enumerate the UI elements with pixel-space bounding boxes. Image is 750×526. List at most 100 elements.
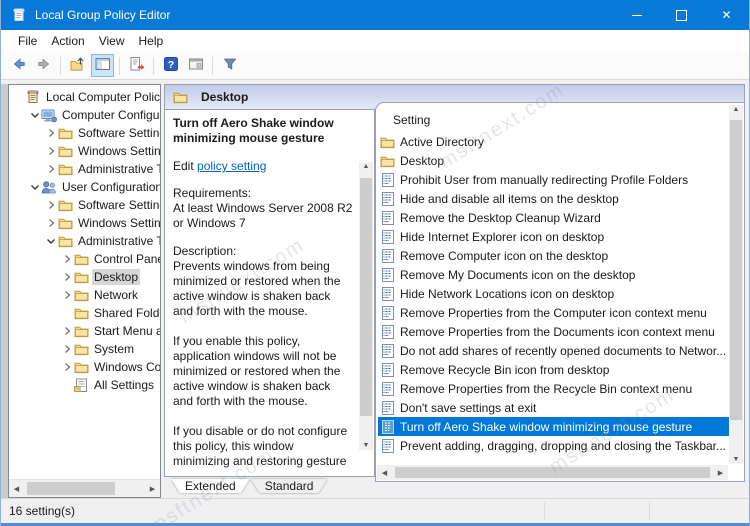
list-item[interactable]: Don't save settings at exit	[378, 398, 729, 417]
list-item[interactable]: Remove Properties from the Recycle Bin c…	[378, 379, 729, 398]
scroll-down-button[interactable]: ▼	[359, 442, 373, 449]
scroll-down-button[interactable]: ▼	[729, 456, 743, 463]
tree-horizontal-scrollbar[interactable]: ◀ ▶	[9, 479, 160, 497]
tab-extended[interactable]: Extended	[171, 479, 250, 493]
setting-column-header[interactable]: Setting	[393, 113, 430, 127]
chevron-collapsed-icon[interactable]	[61, 289, 73, 301]
scroll-right-button[interactable]: ▶	[145, 485, 160, 493]
tree-item[interactable]: Software Settings	[9, 196, 160, 214]
scroll-right-button[interactable]: ▶	[713, 469, 728, 477]
tree-item[interactable]: Shared Folder	[9, 304, 160, 322]
list-item[interactable]: Hide and disable all items on the deskto…	[378, 189, 729, 208]
tree-item[interactable]: User Configuration	[9, 178, 160, 196]
close-button[interactable]: ✕	[704, 0, 749, 30]
chevron-expanded-icon[interactable]	[29, 181, 41, 193]
tree-item[interactable]: Windows Cor	[9, 358, 160, 376]
local-group-policy-editor-window: Local Group Policy Editor ✕ File Action …	[0, 0, 750, 526]
tree-item[interactable]: Administrative Te	[9, 160, 160, 178]
folder-icon	[73, 360, 89, 375]
tree-item-label: Windows Cor	[94, 360, 161, 374]
list-item[interactable]: Do not add shares of recently opened doc…	[378, 341, 729, 360]
detail-vertical-scrollbar[interactable]: ▲ ▼	[359, 162, 373, 450]
tree-item[interactable]: Administrative Te	[9, 232, 160, 250]
users-icon	[41, 180, 57, 195]
list-item[interactable]: Hide Internet Explorer icon on desktop	[378, 227, 729, 246]
forward-button[interactable]	[32, 54, 55, 77]
policy-setting-link[interactable]: policy setting	[197, 159, 266, 173]
menu-file[interactable]: File	[11, 32, 44, 50]
list-item[interactable]: Remove Computer icon on the desktop	[378, 246, 729, 265]
tree-item-label: Windows Setting	[78, 144, 161, 158]
tree-item[interactable]: Start Menu an	[9, 322, 160, 340]
chevron-collapsed-icon[interactable]	[45, 217, 57, 229]
chevron-expanded-icon[interactable]	[45, 235, 57, 247]
scrollbar-thumb[interactable]	[360, 178, 372, 416]
chevron-collapsed-icon[interactable]	[45, 199, 57, 211]
filter-button[interactable]	[218, 54, 241, 77]
menu-view[interactable]: View	[92, 32, 132, 50]
chevron-collapsed-icon[interactable]	[61, 325, 73, 337]
no-expander	[61, 307, 73, 319]
no-expander	[13, 91, 25, 103]
scrollbar-thumb[interactable]	[730, 120, 742, 420]
chevron-collapsed-icon[interactable]	[61, 361, 73, 373]
list-item[interactable]: Remove My Documents icon on the desktop	[378, 265, 729, 284]
list-item[interactable]: Remove Recycle Bin icon from desktop	[378, 360, 729, 379]
tree-item[interactable]: All Settings	[9, 376, 160, 394]
scroll-up-button[interactable]: ▲	[359, 163, 373, 170]
chevron-collapsed-icon[interactable]	[45, 127, 57, 139]
maximize-button[interactable]	[659, 0, 704, 30]
list-vertical-scrollbar[interactable]: ▲ ▼	[729, 105, 743, 464]
svg-text:?: ?	[167, 59, 173, 71]
scroll-left-button[interactable]: ◀	[9, 485, 24, 493]
tree-item[interactable]: Software Settings	[9, 124, 160, 142]
help-button[interactable]: ?	[159, 54, 182, 77]
list-item[interactable]: Remove Properties from the Computer icon…	[378, 303, 729, 322]
scroll-left-button[interactable]: ◀	[377, 469, 392, 477]
up-one-level-button[interactable]	[66, 54, 89, 77]
list-item[interactable]: Active Directory	[378, 132, 729, 151]
tree-item[interactable]: Desktop	[9, 268, 160, 286]
folder-icon	[73, 270, 89, 285]
list-item[interactable]: Hide Network Locations icon on desktop	[378, 284, 729, 303]
list-item[interactable]: Desktop	[378, 151, 729, 170]
tree-item[interactable]: Local Computer Policy	[9, 88, 160, 106]
tree-item[interactable]: System	[9, 340, 160, 358]
list-item[interactable]: Prohibit User from manually redirecting …	[378, 170, 729, 189]
list-item[interactable]: Remove the Desktop Cleanup Wizard	[378, 208, 729, 227]
tree-item[interactable]: Windows Setting	[9, 142, 160, 160]
chevron-collapsed-icon[interactable]	[61, 343, 73, 355]
chevron-collapsed-icon[interactable]	[61, 271, 73, 283]
list-item[interactable]: Turn off Aero Shake window minimizing mo…	[378, 417, 729, 436]
tree-item[interactable]: Network	[9, 286, 160, 304]
tab-standard[interactable]: Standard	[251, 479, 328, 493]
list-item-label: Remove the Desktop Cleanup Wizard	[400, 210, 601, 225]
description-paragraph: If you disable or do not configure this …	[173, 424, 348, 468]
scrollbar-thumb[interactable]	[27, 482, 115, 495]
chevron-collapsed-icon[interactable]	[61, 253, 73, 265]
chevron-collapsed-icon[interactable]	[45, 163, 57, 175]
toolbar-separator	[153, 56, 154, 75]
list-item[interactable]: Remove Properties from the Documents ico…	[378, 322, 729, 341]
chevron-collapsed-icon[interactable]	[45, 145, 57, 157]
show-window-button[interactable]	[184, 54, 207, 77]
tree-item[interactable]: Computer Configura	[9, 106, 160, 124]
settings-list-icon	[73, 378, 89, 393]
export-list-button[interactable]	[125, 54, 148, 77]
policy-icon	[380, 400, 395, 415]
tree-item-label: Software Settings	[78, 126, 160, 140]
scroll-up-button[interactable]: ▲	[729, 106, 743, 113]
tree-item[interactable]: Windows Setting	[9, 214, 160, 232]
list-item[interactable]: Prevent adding, dragging, dropping and c…	[378, 436, 729, 455]
menu-help[interactable]: Help	[132, 32, 171, 50]
edit-label: Edit	[173, 159, 194, 173]
tree-item[interactable]: Control Panel	[9, 250, 160, 268]
minimize-button[interactable]	[614, 0, 659, 30]
menu-action[interactable]: Action	[44, 32, 91, 50]
console-tree-toggle-button[interactable]	[91, 54, 114, 77]
tree-item-label: Control Panel	[94, 252, 161, 266]
back-button[interactable]	[7, 54, 30, 77]
gpedit-scroll-icon	[11, 7, 27, 23]
policy-title: Turn off Aero Shake window minimizing mo…	[173, 116, 334, 145]
chevron-expanded-icon[interactable]	[29, 109, 41, 121]
